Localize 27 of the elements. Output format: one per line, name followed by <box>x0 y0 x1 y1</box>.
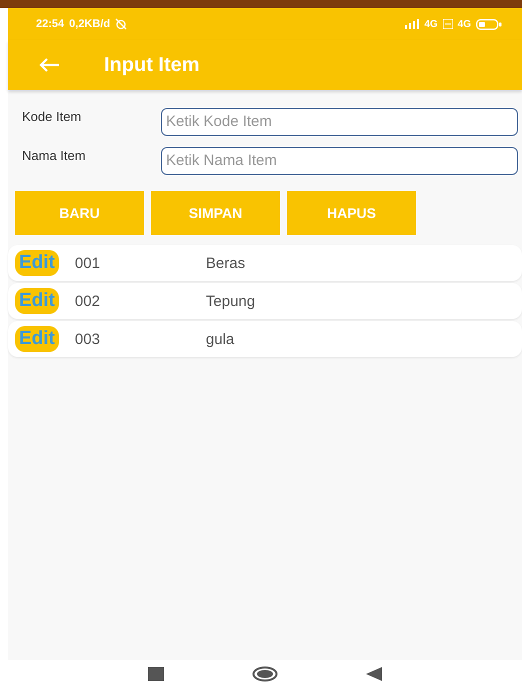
input-field[interactable]: Ketik Kode Item <box>161 108 518 136</box>
action-button[interactable]: HAPUS <box>287 191 416 235</box>
item-name: Beras <box>206 254 246 272</box>
screen-title: Input Item <box>104 54 200 76</box>
item-code: 002 <box>74 292 101 310</box>
field-label: Kode Item <box>22 109 82 124</box>
edit-button[interactable]: Edit <box>15 288 59 314</box>
back-icon[interactable] <box>366 667 382 681</box>
signal-icon <box>405 19 420 29</box>
action-button[interactable]: SIMPAN <box>151 191 280 235</box>
volte-icon <box>442 19 453 29</box>
item-code: 001 <box>74 254 101 272</box>
data-speed: 0,2KB/d <box>69 18 110 30</box>
action-button[interactable]: BARU <box>15 191 144 235</box>
input-field[interactable]: Ketik Nama Item <box>161 146 518 174</box>
home-icon[interactable] <box>252 666 278 682</box>
field-label: Nama Item <box>22 148 87 163</box>
edit-button[interactable]: Edit <box>15 326 59 352</box>
network-type: 4G <box>458 18 471 30</box>
item-name: gula <box>206 330 234 348</box>
item-name: Tepung <box>206 292 256 310</box>
item-code: 003 <box>74 330 101 348</box>
network-type: 4G <box>424 18 438 30</box>
alarm-off-icon <box>115 18 128 30</box>
status-time: 22:54 <box>36 18 64 30</box>
battery-icon <box>476 18 502 30</box>
edit-button[interactable]: Edit <box>15 250 59 276</box>
